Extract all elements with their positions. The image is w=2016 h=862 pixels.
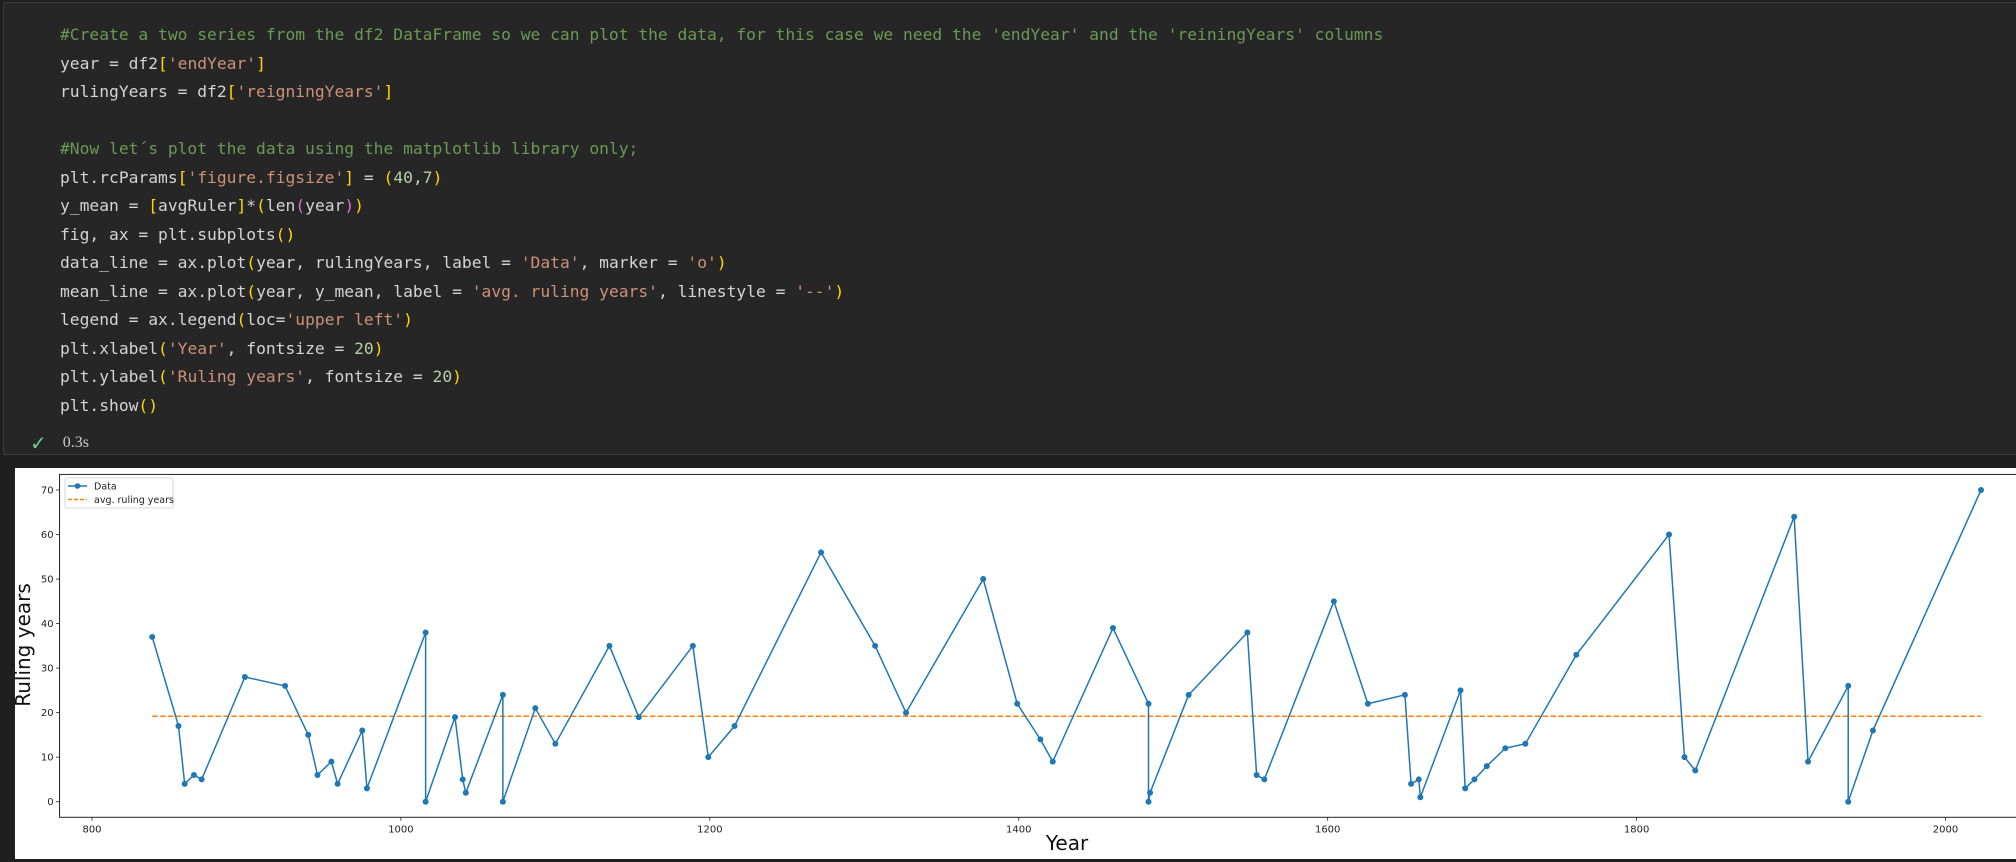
- y-axis-label: Ruling years: [11, 583, 35, 707]
- data-point: [499, 798, 506, 805]
- data-point: [1109, 625, 1116, 632]
- legend-label-mean: avg. ruling years: [94, 495, 174, 506]
- y-tick-label: 50: [41, 575, 54, 586]
- data-point: [1145, 798, 1152, 805]
- data-point: [1502, 745, 1509, 752]
- data-point: [1483, 763, 1490, 770]
- data-point: [241, 674, 248, 681]
- data-point: [1253, 771, 1260, 778]
- data-point: [1791, 513, 1798, 520]
- x-tick-label: 800: [82, 824, 101, 835]
- data-point: [532, 705, 539, 712]
- y-tick-label: 20: [41, 708, 54, 719]
- data-point: [552, 740, 559, 747]
- y-tick-label: 60: [41, 530, 54, 541]
- line-chart: 0 10 20 30 40 50 60 70 800 1000 1200 1400 1600 1800 2…: [11, 473, 2016, 855]
- legend: Data avg. ruling years: [64, 477, 174, 509]
- data-point: [1261, 776, 1268, 783]
- y-tick-label: 0: [47, 797, 53, 808]
- data-point: [1145, 700, 1152, 707]
- data-point: [1522, 740, 1529, 747]
- data-point: [1049, 758, 1056, 765]
- data-point: [282, 682, 289, 689]
- data-point: [1014, 700, 1021, 707]
- data-point: [903, 709, 910, 716]
- data-point: [422, 629, 429, 636]
- x-tick-label: 1800: [1624, 824, 1649, 835]
- data-point: [1364, 700, 1371, 707]
- data-point: [422, 798, 429, 805]
- data-point: [1978, 486, 1985, 493]
- data-point: [1401, 691, 1408, 698]
- axes-frame: [59, 473, 2016, 818]
- y-tick-label: 70: [41, 485, 54, 496]
- data-point: [1415, 776, 1422, 783]
- data-point: [451, 714, 458, 721]
- y-tick-label: 10: [41, 753, 54, 764]
- x-tick-label: 1400: [1006, 824, 1031, 835]
- legend-label-data: Data: [94, 482, 117, 493]
- data-point: [334, 780, 341, 787]
- x-tick-label: 1600: [1315, 824, 1340, 835]
- data-point: [1185, 691, 1192, 698]
- data-point: [1462, 785, 1469, 792]
- data-point: [175, 722, 182, 729]
- data-point: [689, 642, 696, 649]
- data-point: [705, 754, 712, 761]
- data-point: [1666, 531, 1673, 538]
- x-axis-label: Year: [1045, 831, 1089, 855]
- data-point: [1681, 754, 1688, 761]
- data-point: [459, 776, 466, 783]
- x-tick-label: 2000: [1933, 824, 1958, 835]
- data-point: [635, 714, 642, 721]
- data-point: [181, 780, 188, 787]
- data-line: [151, 489, 1982, 803]
- data-point: [872, 642, 879, 649]
- data-point: [1147, 789, 1154, 796]
- data-point: [818, 549, 825, 556]
- data-point: [1845, 682, 1852, 689]
- data-point: [1573, 651, 1580, 658]
- data-point: [606, 642, 613, 649]
- data-point: [149, 633, 156, 640]
- data-point: [1244, 629, 1251, 636]
- data-point: [1330, 598, 1337, 605]
- x-tick-label: 1000: [388, 824, 413, 835]
- data-point: [1417, 794, 1424, 801]
- data-point: [328, 758, 335, 765]
- data-point: [359, 727, 366, 734]
- data-point: [1869, 727, 1876, 734]
- data-point: [1408, 780, 1415, 787]
- data-point: [731, 722, 738, 729]
- y-tick-label: 40: [41, 619, 54, 630]
- data-point: [462, 789, 469, 796]
- x-tick-label: 1200: [697, 824, 722, 835]
- legend-data-marker: [74, 483, 81, 489]
- data-point: [190, 771, 197, 778]
- data-point: [1471, 776, 1478, 783]
- data-point: [1037, 736, 1044, 743]
- data-point: [1692, 767, 1699, 774]
- data-point: [499, 691, 506, 698]
- y-tick-label: 30: [41, 664, 54, 675]
- data-point: [198, 776, 205, 783]
- data-point: [1457, 687, 1464, 694]
- data-point: [980, 576, 987, 583]
- data-point: [1805, 758, 1812, 765]
- data-point: [314, 771, 321, 778]
- data-point: [1845, 798, 1852, 805]
- data-point: [363, 785, 370, 792]
- data-point: [305, 731, 312, 738]
